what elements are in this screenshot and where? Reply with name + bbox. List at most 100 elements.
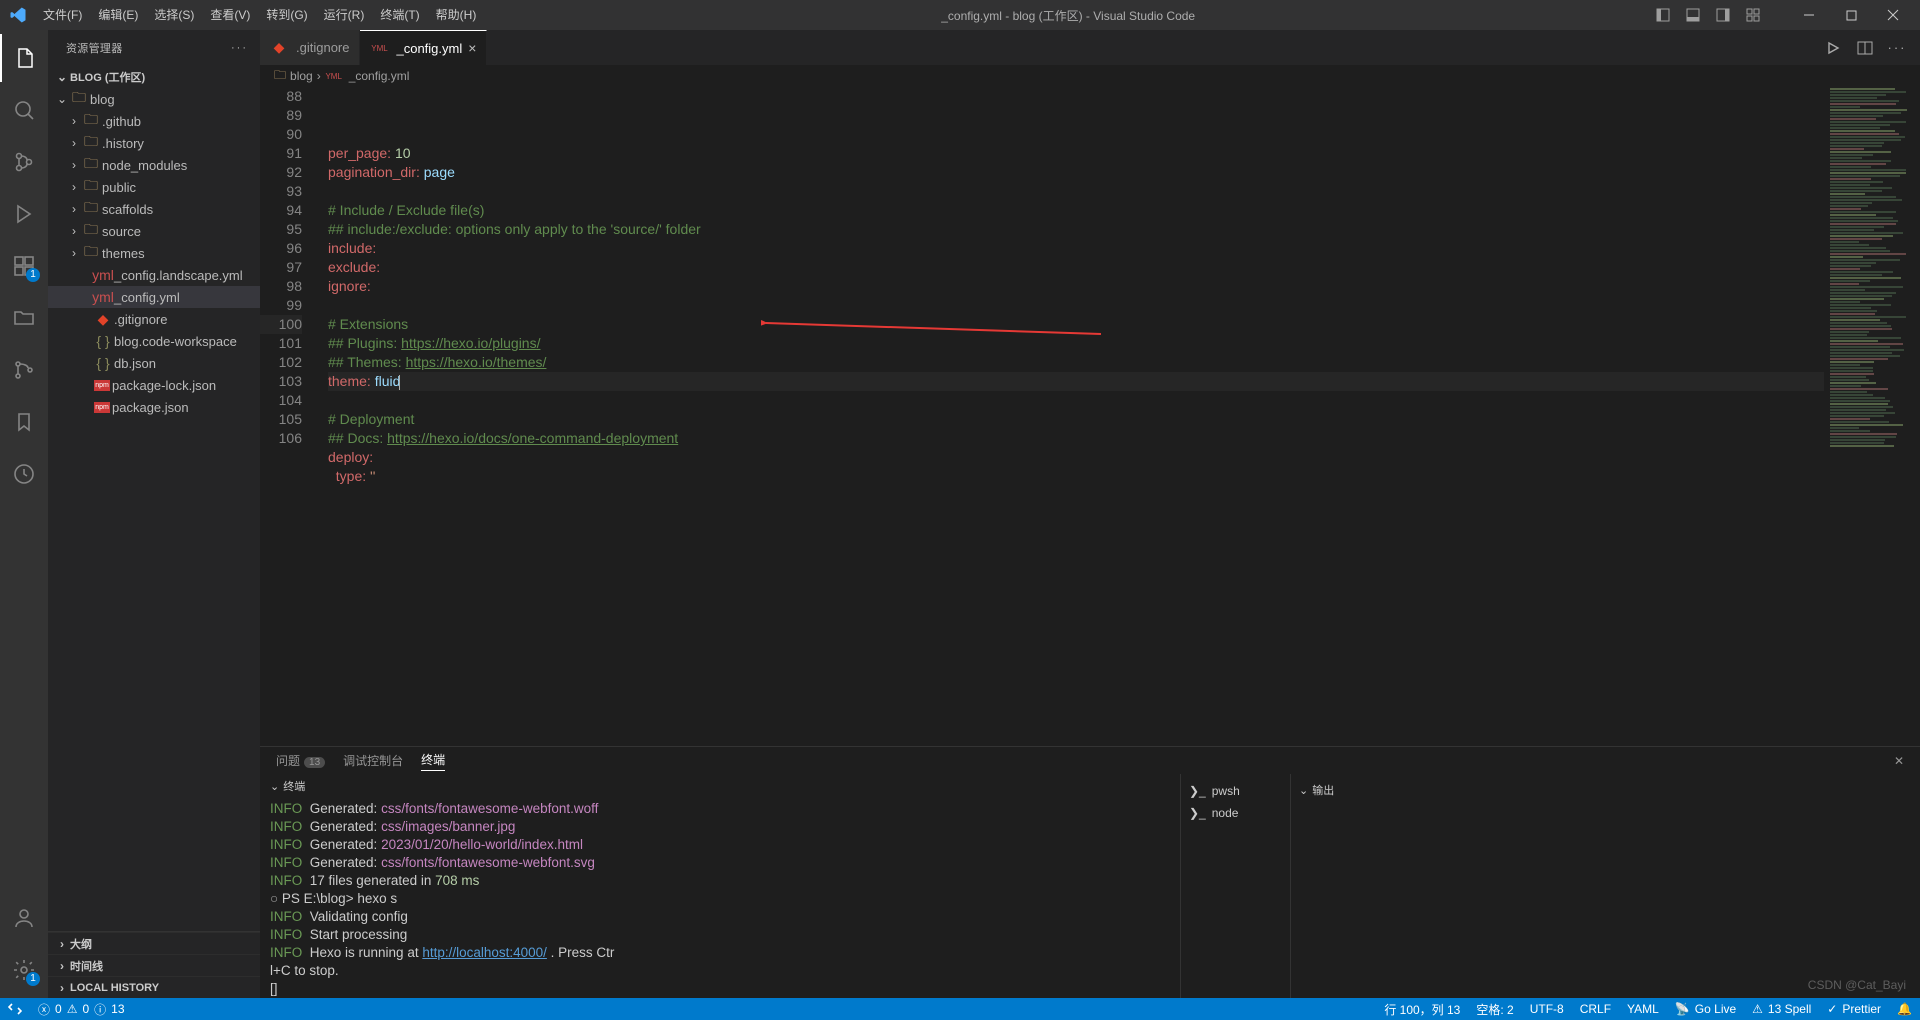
tree-item[interactable]: { }blog.code-workspace	[48, 330, 260, 352]
terminal-instance-pwsh[interactable]: ❯_pwsh	[1189, 780, 1282, 802]
code-editor[interactable]: per_page: 10pagination_dir: page # Inclu…	[318, 87, 1920, 746]
layout-primary-icon[interactable]	[1652, 4, 1674, 26]
tree-item[interactable]: ›🗀scaffolds	[48, 198, 260, 220]
terminal-list: ❯_pwsh ❯_node	[1180, 774, 1290, 998]
warning-icon: ⚠	[67, 1002, 78, 1016]
run-icon[interactable]	[1822, 37, 1844, 59]
panel-tab-terminal[interactable]: 终端	[421, 751, 445, 771]
git-icon: ◆	[270, 39, 288, 56]
status-notifications-icon[interactable]: 🔔	[1889, 998, 1920, 1020]
tab-config-yml[interactable]: YML _config.yml ×	[360, 30, 487, 65]
terminal-output[interactable]: INFO Generated: css/fonts/fontawesome-we…	[270, 800, 1170, 998]
output-header[interactable]: ⌄输出	[1299, 778, 1912, 802]
panel-close-icon[interactable]: ✕	[1894, 754, 1904, 768]
panel-tab-debug-console[interactable]: 调试控制台	[343, 752, 403, 769]
tree-item[interactable]: ›🗀public	[48, 176, 260, 198]
folder-icon: 🗀	[274, 66, 286, 87]
terminal-header[interactable]: ⌄终端	[270, 774, 1170, 800]
maximize-button[interactable]	[1834, 0, 1868, 30]
status-remote-icon[interactable]	[0, 998, 30, 1020]
line-numbers: 8889909192939495969798991001011021031041…	[260, 87, 318, 746]
status-go-live[interactable]: 📡Go Live	[1667, 998, 1744, 1020]
activity-run-icon[interactable]	[0, 190, 48, 238]
tree-item[interactable]: { }db.json	[48, 352, 260, 374]
tree-item[interactable]: ›🗀node_modules	[48, 154, 260, 176]
activity-bookmark-icon[interactable]	[0, 398, 48, 446]
yaml-icon: YML	[370, 44, 388, 53]
watermark: CSDN @Cat_Bayi	[1808, 978, 1906, 992]
activity-timeline-icon[interactable]	[0, 450, 48, 498]
status-errors[interactable]: ⓧ0⚠0ⓘ13	[30, 998, 133, 1020]
shell-icon: ❯_	[1189, 806, 1206, 820]
tree-item[interactable]: ›🗀.history	[48, 132, 260, 154]
more-icon[interactable]: ···	[1886, 37, 1908, 59]
status-eol[interactable]: CRLF	[1572, 998, 1619, 1020]
shell-icon: ❯_	[1189, 784, 1206, 798]
layout-panel-icon[interactable]	[1682, 4, 1704, 26]
bottom-panel: 问题13 调试控制台 终端 ✕ ⌄终端 INFO Generated: css/…	[260, 746, 1920, 998]
activity-extensions-icon[interactable]: 1	[0, 242, 48, 290]
menu-item[interactable]: 选择(S)	[146, 0, 202, 30]
activity-git-graph-icon[interactable]	[0, 346, 48, 394]
tree-item[interactable]: npmpackage.json	[48, 396, 260, 418]
tree-item[interactable]: npmpackage-lock.json	[48, 374, 260, 396]
vscode-logo-icon	[0, 6, 35, 24]
layout-customize-icon[interactable]	[1742, 4, 1764, 26]
badge: 1	[26, 972, 40, 986]
workspace-root-header[interactable]: ⌄BLOG (工作区)	[48, 66, 260, 88]
warning-icon: ⚠	[1752, 1002, 1763, 1016]
status-indentation[interactable]: 空格: 2	[1468, 998, 1521, 1020]
tree-item[interactable]: yml_config.landscape.yml	[48, 264, 260, 286]
file-tree: ⌄🗀blog›🗀.github›🗀.history›🗀node_modules›…	[48, 88, 260, 931]
minimize-button[interactable]	[1792, 0, 1826, 30]
terminal-instance-node[interactable]: ❯_node	[1189, 802, 1282, 824]
accounts-icon[interactable]	[0, 894, 48, 942]
status-language[interactable]: YAML	[1619, 998, 1667, 1020]
tree-item[interactable]: ›🗀.github	[48, 110, 260, 132]
activity-source-control-icon[interactable]	[0, 138, 48, 186]
menu-item[interactable]: 转到(G)	[258, 0, 315, 30]
minimap[interactable]	[1824, 87, 1920, 746]
menu-item[interactable]: 编辑(E)	[90, 0, 146, 30]
tree-item[interactable]: yml_config.yml	[48, 286, 260, 308]
status-cursor-position[interactable]: 行 100，列 13	[1376, 998, 1468, 1020]
activity-search-icon[interactable]	[0, 86, 48, 134]
badge: 1	[26, 268, 40, 282]
check-icon: ✓	[1827, 1002, 1837, 1016]
close-button[interactable]	[1876, 0, 1910, 30]
window-controls	[1652, 0, 1920, 30]
tree-item[interactable]: ◆.gitignore	[48, 308, 260, 330]
activity-bar: 1 1	[0, 30, 48, 998]
close-icon[interactable]: ×	[468, 40, 476, 56]
status-encoding[interactable]: UTF-8	[1522, 998, 1572, 1020]
status-spell[interactable]: ⚠13 Spell	[1744, 998, 1819, 1020]
activity-explorer-icon[interactable]	[0, 34, 48, 82]
menu-item[interactable]: 查看(V)	[202, 0, 258, 30]
split-editor-icon[interactable]	[1854, 37, 1876, 59]
activity-folder-icon[interactable]	[0, 294, 48, 342]
sidebar-more-icon[interactable]: ···	[231, 42, 248, 54]
menu-item[interactable]: 终端(T)	[372, 0, 427, 30]
editor-tabs: ◆ .gitignore YML _config.yml × ···	[260, 30, 1920, 65]
panel-tabs: 问题13 调试控制台 终端 ✕	[260, 747, 1920, 774]
section-timeline[interactable]: ›时间线	[48, 954, 260, 976]
menu-item[interactable]: 运行(R)	[316, 0, 373, 30]
status-bar: ⓧ0⚠0ⓘ13 行 100，列 13 空格: 2 UTF-8 CRLF YAML…	[0, 998, 1920, 1020]
panel-tab-problems[interactable]: 问题13	[276, 752, 325, 769]
menu-item[interactable]: 帮助(H)	[428, 0, 485, 30]
window-title: _config.yml - blog (工作区) - Visual Studio…	[484, 7, 1652, 24]
layout-secondary-icon[interactable]	[1712, 4, 1734, 26]
menu-item[interactable]: 文件(F)	[35, 0, 90, 30]
tab-gitignore[interactable]: ◆ .gitignore	[260, 30, 360, 65]
tree-item[interactable]: ›🗀themes	[48, 242, 260, 264]
breadcrumbs[interactable]: 🗀 blog › YML _config.yml	[260, 65, 1920, 87]
editor-area: ◆ .gitignore YML _config.yml × ··· 🗀 blo…	[260, 30, 1920, 998]
tree-item[interactable]: ›🗀source	[48, 220, 260, 242]
section-outline[interactable]: ›大纲	[48, 932, 260, 954]
tree-item[interactable]: ⌄🗀blog	[48, 88, 260, 110]
status-prettier[interactable]: ✓Prettier	[1819, 998, 1889, 1020]
section-local-history[interactable]: ›LOCAL HISTORY	[48, 976, 260, 998]
yaml-icon: YML	[325, 72, 343, 81]
error-icon: ⓧ	[38, 1001, 50, 1018]
settings-gear-icon[interactable]: 1	[0, 946, 48, 994]
